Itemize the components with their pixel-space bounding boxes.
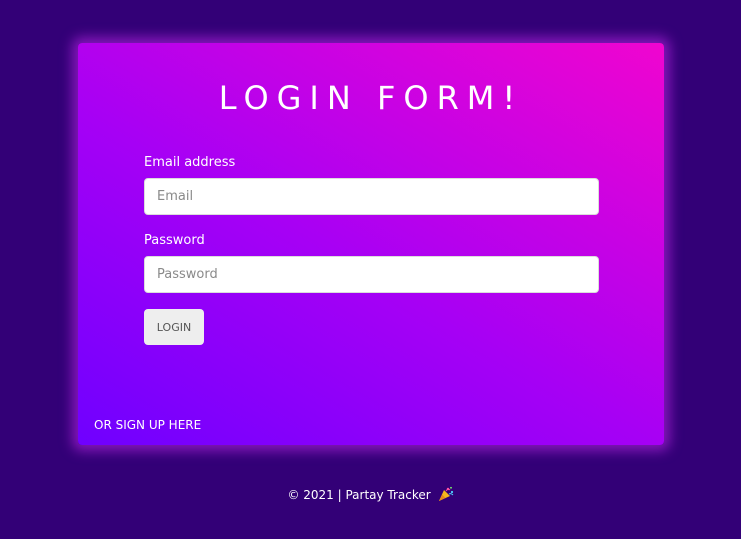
footer-text: © 2021 | Partay Tracker bbox=[287, 488, 431, 502]
email-label: Email address bbox=[144, 155, 236, 170]
password-field[interactable] bbox=[144, 256, 599, 293]
email-field[interactable] bbox=[144, 178, 599, 215]
login-card: LOGIN FORM! Email address Password LOGIN… bbox=[78, 43, 664, 445]
footer: © 2021 | Partay Tracker bbox=[0, 486, 741, 505]
signup-link[interactable]: OR SIGN UP HERE bbox=[94, 418, 201, 432]
login-button[interactable]: LOGIN bbox=[144, 309, 204, 345]
password-label: Password bbox=[144, 233, 205, 248]
party-popper-icon bbox=[438, 486, 454, 505]
page-title: LOGIN FORM! bbox=[218, 79, 524, 117]
